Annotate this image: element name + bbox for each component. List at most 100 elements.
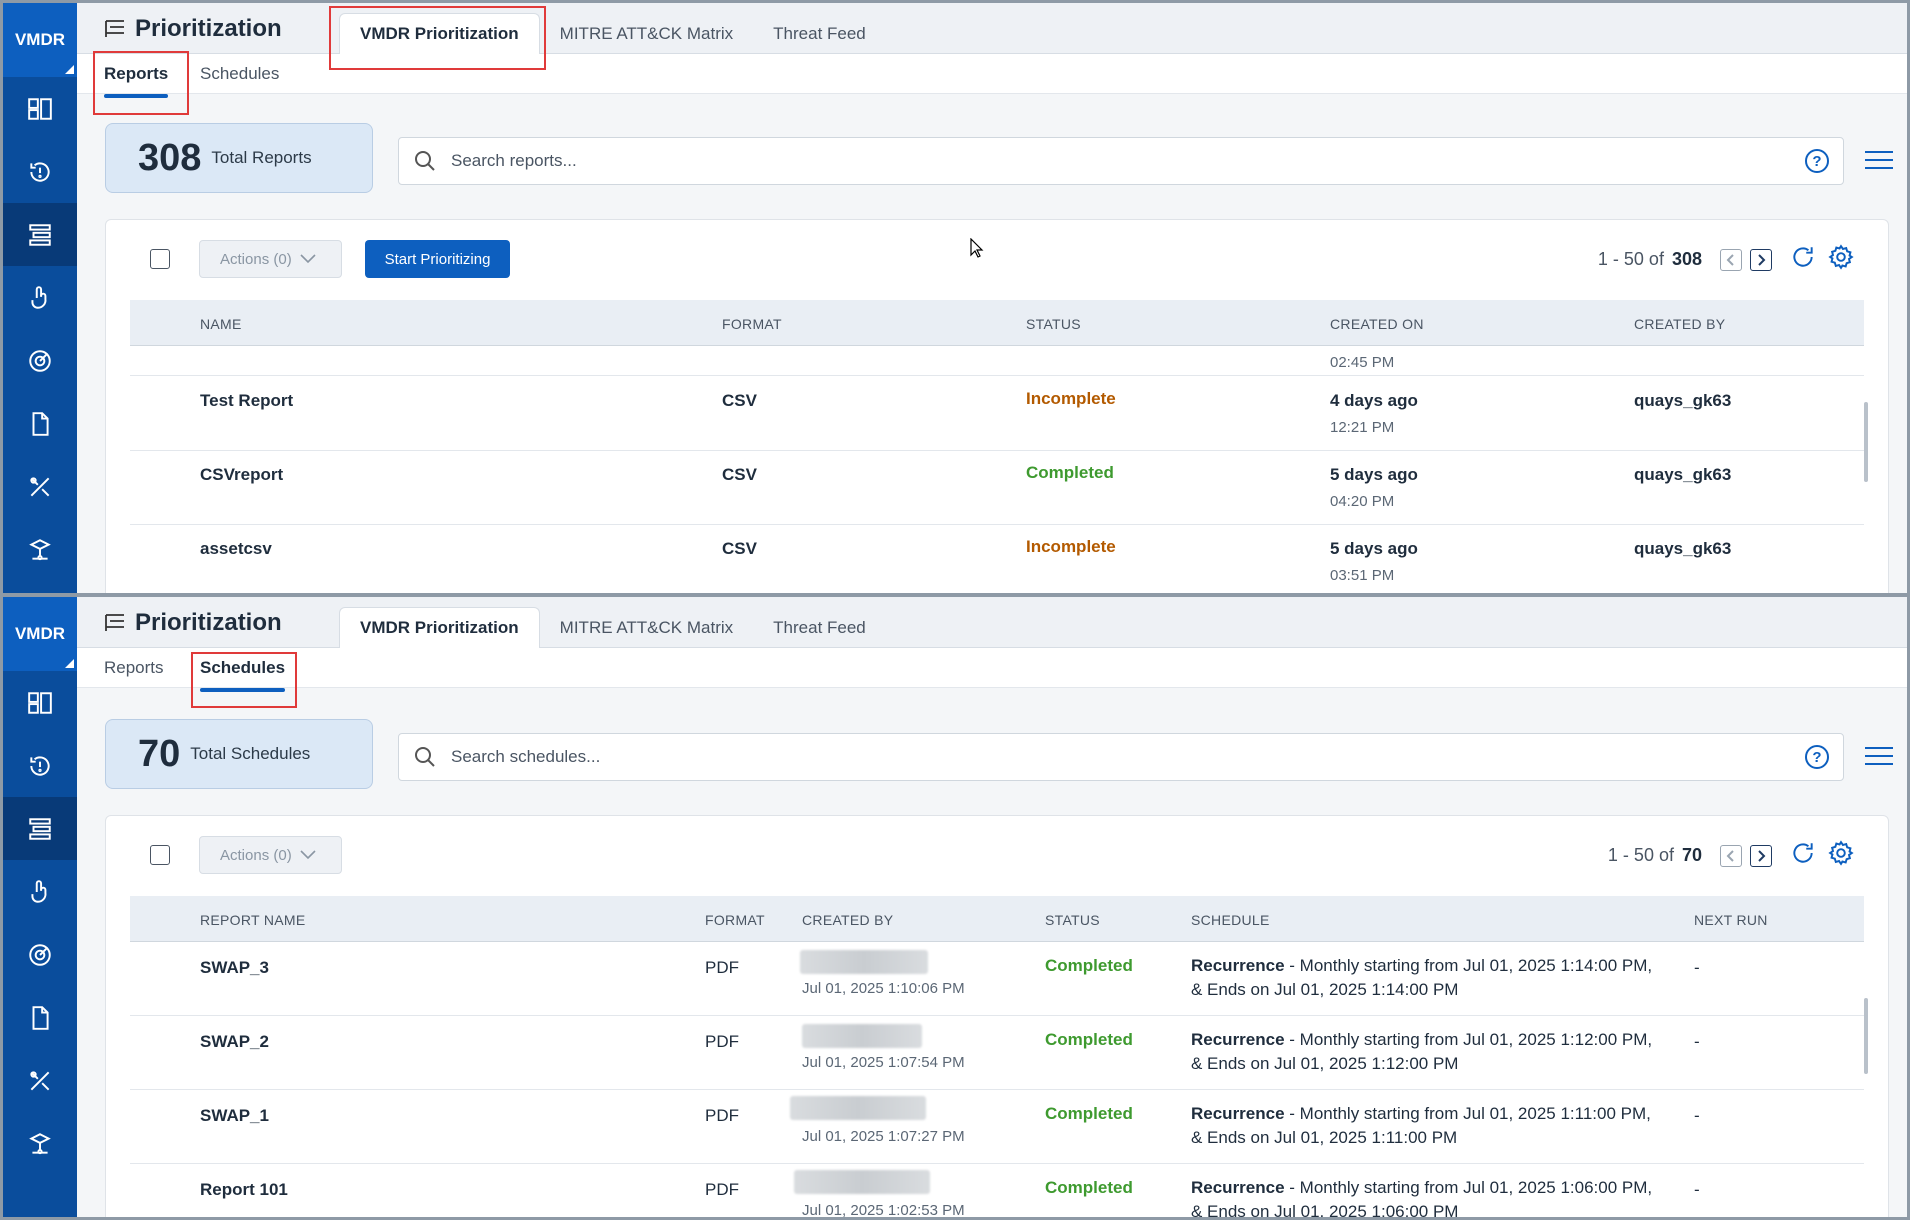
report-name[interactable]: assetcsv <box>200 539 272 559</box>
nav-history[interactable] <box>3 140 77 203</box>
next-page-button[interactable] <box>1750 248 1772 271</box>
col-format[interactable]: FORMAT <box>722 316 782 332</box>
settings-gear-icon[interactable] <box>1828 840 1854 871</box>
page-header: Prioritization VMDR Prioritization MITRE… <box>77 3 1907 55</box>
col-next-run[interactable]: NEXT RUN <box>1694 912 1768 928</box>
page-title: Prioritization <box>103 15 282 43</box>
nav-prioritization[interactable] <box>3 203 77 266</box>
table-row-partial[interactable]: 02:45 PM <box>130 346 1864 376</box>
subtab-reports[interactable]: Reports <box>104 658 164 678</box>
nav-dashboard[interactable] <box>3 77 77 140</box>
nav-touch[interactable] <box>3 860 77 923</box>
created-date: Jul 01, 2025 1:07:27 PM <box>802 1128 965 1145</box>
col-created-by[interactable]: CREATED BY <box>802 912 893 928</box>
subtab-reports[interactable]: Reports <box>104 64 169 98</box>
nav-connectors[interactable] <box>3 518 77 581</box>
table-row[interactable]: Report 101 PDF Jul 01, 2025 1:02:53 PM C… <box>130 1164 1864 1219</box>
report-format: CSV <box>722 465 757 484</box>
tab-threat-feed[interactable]: Threat Feed <box>753 607 886 649</box>
reports-search-input[interactable] <box>451 151 1751 171</box>
refresh-icon[interactable] <box>1790 840 1816 871</box>
tab-mitre-attack-matrix[interactable]: MITRE ATT&CK Matrix <box>540 607 753 649</box>
search-icon <box>415 747 435 767</box>
radar-icon <box>29 943 51 966</box>
created-date: Jul 01, 2025 1:02:53 PM <box>802 1202 965 1219</box>
select-all-checkbox[interactable] <box>150 845 170 865</box>
tab-mitre-attack-matrix[interactable]: MITRE ATT&CK Matrix <box>540 13 753 55</box>
table-row[interactable]: Test Report CSV Incomplete 4 days ago 12… <box>130 377 1864 451</box>
tab-vmdr-prioritization[interactable]: VMDR Prioritization <box>339 13 540 55</box>
redacted-user <box>800 950 928 974</box>
nav-documents[interactable] <box>3 986 77 1049</box>
nav-documents[interactable] <box>3 392 77 455</box>
created-date: Jul 01, 2025 1:10:06 PM <box>802 980 965 997</box>
vmdr-brand[interactable]: VMDR <box>3 3 77 77</box>
total-reports-card: 308 Total Reports <box>105 123 373 193</box>
created-on: 4 days ago <box>1330 391 1418 410</box>
page-header: Prioritization VMDR Prioritization MITRE… <box>77 597 1907 649</box>
nav-history[interactable] <box>3 734 77 797</box>
report-name[interactable]: SWAP_1 <box>200 1106 269 1126</box>
col-schedule[interactable]: SCHEDULE <box>1191 912 1270 928</box>
actions-dropdown[interactable]: Actions (0) <box>199 836 342 874</box>
created-time: 02:45 PM <box>1330 354 1395 371</box>
col-name[interactable]: NAME <box>200 316 242 332</box>
start-prioritizing-button[interactable]: Start Prioritizing <box>365 240 510 278</box>
table-row[interactable]: SWAP_3 PDF Jul 01, 2025 1:10:06 PM Compl… <box>130 942 1864 1016</box>
report-name[interactable]: Report 101 <box>200 1180 288 1200</box>
prev-page-button[interactable] <box>1720 844 1742 867</box>
prioritization-title-icon <box>105 614 124 631</box>
prev-page-button[interactable] <box>1720 248 1742 271</box>
table-row[interactable]: CSVreport CSV Completed 5 days ago 04:20… <box>130 451 1864 525</box>
report-name[interactable]: SWAP_2 <box>200 1032 269 1052</box>
sidebar: VMDR <box>3 3 77 593</box>
table-scrollbar[interactable] <box>1864 402 1868 482</box>
menu-icon[interactable] <box>1865 151 1893 173</box>
nav-tools[interactable] <box>3 455 77 518</box>
total-schedules-label: Total Schedules <box>190 744 311 763</box>
actions-dropdown[interactable]: Actions (0) <box>199 240 342 278</box>
settings-gear-icon[interactable] <box>1828 244 1854 275</box>
nav-radar[interactable] <box>3 923 77 986</box>
report-name[interactable]: Test Report <box>200 391 293 411</box>
schedules-search-input[interactable] <box>451 747 1751 767</box>
col-report-name[interactable]: REPORT NAME <box>200 912 305 928</box>
pagination-range: 1 - 50 of <box>1607 845 1674 865</box>
nav-connectors[interactable] <box>3 1112 77 1175</box>
tab-vmdr-prioritization[interactable]: VMDR Prioritization <box>339 607 540 649</box>
menu-icon[interactable] <box>1865 747 1893 769</box>
col-format[interactable]: FORMAT <box>705 912 765 928</box>
col-status[interactable]: STATUS <box>1045 912 1100 928</box>
status-badge: Incomplete <box>1026 537 1116 556</box>
nav-radar[interactable] <box>3 329 77 392</box>
table-row[interactable]: SWAP_1 PDF Jul 01, 2025 1:07:27 PM Compl… <box>130 1090 1864 1164</box>
table-row[interactable]: SWAP_2 PDF Jul 01, 2025 1:07:54 PM Compl… <box>130 1016 1864 1090</box>
col-status[interactable]: STATUS <box>1026 316 1081 332</box>
nav-touch[interactable] <box>3 266 77 329</box>
subtab-schedules[interactable]: Schedules <box>200 64 279 84</box>
status-badge: Completed <box>1026 463 1114 482</box>
schedule-text: Recurrence - Monthly starting from Jul 0… <box>1191 1176 1661 1217</box>
table-row[interactable]: assetcsv CSV Incomplete 5 days ago 03:51… <box>130 525 1864 593</box>
chevron-right-icon <box>1758 253 1766 266</box>
tools-icon <box>30 476 50 496</box>
nav-dashboard[interactable] <box>3 671 77 734</box>
tab-threat-feed[interactable]: Threat Feed <box>753 13 886 55</box>
col-created-by[interactable]: CREATED BY <box>1634 316 1725 332</box>
subtab-schedules[interactable]: Schedules <box>200 658 286 692</box>
report-name[interactable]: CSVreport <box>200 465 283 485</box>
help-icon[interactable]: ? <box>1805 149 1829 173</box>
col-created-on[interactable]: CREATED ON <box>1330 316 1424 332</box>
nav-tools[interactable] <box>3 1049 77 1112</box>
created-on: 5 days ago <box>1330 539 1418 558</box>
created-time: 12:21 PM <box>1330 419 1395 436</box>
table-scrollbar[interactable] <box>1864 998 1868 1074</box>
refresh-icon[interactable] <box>1790 244 1816 275</box>
vmdr-brand[interactable]: VMDR <box>3 597 77 671</box>
help-icon[interactable]: ? <box>1805 745 1829 769</box>
report-name[interactable]: SWAP_3 <box>200 958 269 978</box>
chevron-down-icon <box>300 254 316 264</box>
nav-prioritization[interactable] <box>3 797 77 860</box>
select-all-checkbox[interactable] <box>150 249 170 269</box>
next-page-button[interactable] <box>1750 844 1772 867</box>
